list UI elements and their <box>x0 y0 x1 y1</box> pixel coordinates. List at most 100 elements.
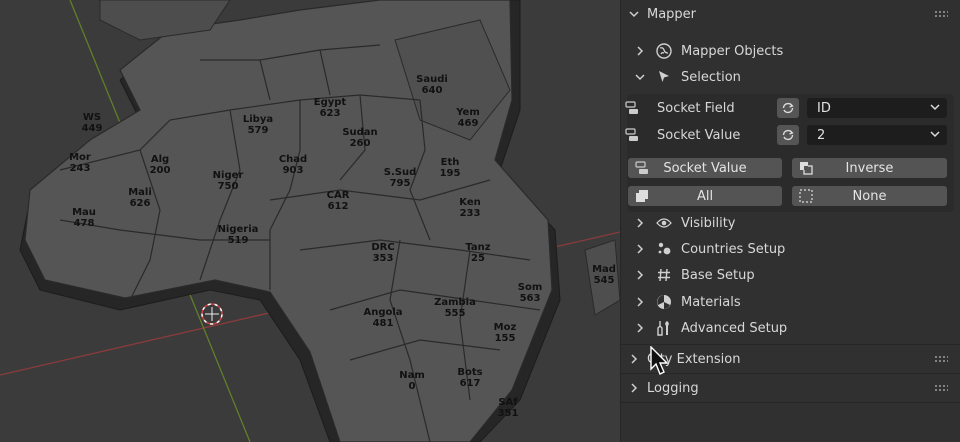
map-label-name: Chad <box>279 154 307 165</box>
map-label-value: 243 <box>70 163 91 174</box>
section-label: Countries Setup <box>681 241 786 257</box>
3d-viewport[interactable]: Alg 200 Libya 579 Egypt 623 Chad 903 Sud… <box>0 0 620 442</box>
node-socket-icon <box>623 126 641 144</box>
chevron-right-icon <box>627 352 641 366</box>
map-label-value: 612 <box>328 201 349 212</box>
map-label-value: 617 <box>460 378 481 389</box>
map-label-value: 555 <box>445 308 466 319</box>
map-label-name: Som <box>518 282 543 293</box>
map-label-value: 640 <box>422 85 443 96</box>
map-label-value: 0 <box>409 381 416 392</box>
refresh-icon <box>782 102 794 114</box>
map-label-value: 155 <box>495 333 516 344</box>
chevron-right-icon <box>633 216 647 230</box>
button-label: All <box>696 188 714 204</box>
map-label-name: Angola <box>363 307 402 318</box>
map-label-name: Eth <box>441 157 460 168</box>
map-label-name: Nigeria <box>218 224 259 235</box>
select-all-icon <box>634 188 650 204</box>
section-selection[interactable]: Selection <box>621 65 960 89</box>
select-all-button[interactable]: All <box>628 186 782 206</box>
tools-icon <box>655 319 673 337</box>
grid-hash-icon <box>655 266 673 284</box>
section-label: Advanced Setup <box>681 320 788 336</box>
chevron-right-icon <box>633 44 647 58</box>
section-materials[interactable]: Materials <box>621 290 960 314</box>
section-visibility[interactable]: Visibility <box>621 211 960 235</box>
socket-field-dropdown[interactable]: ID <box>807 98 947 118</box>
map-label-name: Nam <box>399 370 425 381</box>
select-none-button[interactable]: None <box>792 186 947 206</box>
map-label-name: Saudi <box>416 74 448 85</box>
chevron-right-icon <box>633 268 647 282</box>
map-label-value: 903 <box>283 165 304 176</box>
section-countries-setup[interactable]: Countries Setup <box>621 237 960 261</box>
map-scene: Alg 200 Libya 579 Egypt 623 Chad 903 Sud… <box>0 0 620 442</box>
section-label: Visibility <box>681 215 736 231</box>
socket-value-dropdown[interactable]: 2 <box>807 125 947 145</box>
chevron-right-icon <box>633 242 647 256</box>
map-label-name: Sudan <box>342 127 377 138</box>
node-socket-icon <box>634 160 650 176</box>
mouse-pointer-icon <box>650 345 672 380</box>
drag-handle-icon[interactable] <box>934 10 948 18</box>
refresh-button[interactable] <box>777 98 799 118</box>
map-label-value: 750 <box>218 181 239 192</box>
map-label-name: Mali <box>128 187 152 198</box>
map-label-value: 449 <box>82 123 103 134</box>
map-label-name: Moz <box>494 322 517 333</box>
map-label-value: 623 <box>320 108 341 119</box>
map-label-value: 353 <box>373 253 394 264</box>
map-label-name: SAf <box>498 397 518 408</box>
map-label-value: 260 <box>350 138 371 149</box>
socket-value-label: Socket Value <box>657 128 741 143</box>
section-label: Selection <box>681 69 741 85</box>
map-label-name: Mor <box>69 152 91 163</box>
divider <box>621 402 960 403</box>
node-socket-icon <box>623 99 641 117</box>
map-label-name: Libya <box>243 114 273 125</box>
chevron-down-icon <box>633 70 647 84</box>
section-base-setup[interactable]: Base Setup <box>621 263 960 287</box>
map-label-value: 233 <box>460 208 481 219</box>
material-sphere-icon <box>655 293 673 311</box>
section-label: Base Setup <box>681 267 755 283</box>
map-label-name: WS <box>83 112 101 123</box>
panel-title: Logging <box>647 380 699 396</box>
map-label-value: 519 <box>228 235 249 246</box>
divider <box>621 344 960 345</box>
map-label-value: 195 <box>440 168 461 179</box>
section-mapper-objects[interactable]: Mapper Objects <box>621 39 960 63</box>
globe-icon <box>655 42 673 60</box>
drag-handle-icon[interactable] <box>934 355 948 363</box>
map-label-value: 200 <box>150 165 171 176</box>
section-advanced-setup[interactable]: Advanced Setup <box>621 316 960 340</box>
socket-value-button[interactable]: Socket Value <box>628 158 782 178</box>
map-label-value: 579 <box>248 125 269 136</box>
map-label-name: S.Sud <box>384 167 416 178</box>
map-label-name: Niger <box>213 170 244 181</box>
map-label-value: 545 <box>594 275 615 286</box>
map-label-name: Tanz <box>465 242 490 253</box>
inverse-select-icon <box>798 160 814 176</box>
inverse-button[interactable]: Inverse <box>792 158 947 178</box>
select-none-icon <box>798 188 814 204</box>
panel-header-mapper[interactable]: Mapper <box>621 2 960 26</box>
drag-handle-icon[interactable] <box>934 384 948 392</box>
panel-title: Mapper <box>647 6 697 22</box>
map-label-name: DRC <box>371 242 394 253</box>
map-label-value: 351 <box>498 408 519 419</box>
map-label-name: Zambia <box>434 297 476 308</box>
socket-value-value: 2 <box>817 127 826 143</box>
3d-cursor-icon[interactable] <box>201 303 223 325</box>
map-label-value: 478 <box>74 218 95 229</box>
chevron-down-icon <box>929 128 941 144</box>
map-label-name: Bots <box>457 367 482 378</box>
refresh-button[interactable] <box>777 125 799 145</box>
map-label-name: Alg <box>151 154 169 165</box>
map-label-value: 25 <box>471 253 485 264</box>
map-label-value: 481 <box>373 318 394 329</box>
refresh-icon <box>782 129 794 141</box>
map-label-name: Egypt <box>314 97 347 108</box>
map-label-name: Mau <box>72 207 96 218</box>
